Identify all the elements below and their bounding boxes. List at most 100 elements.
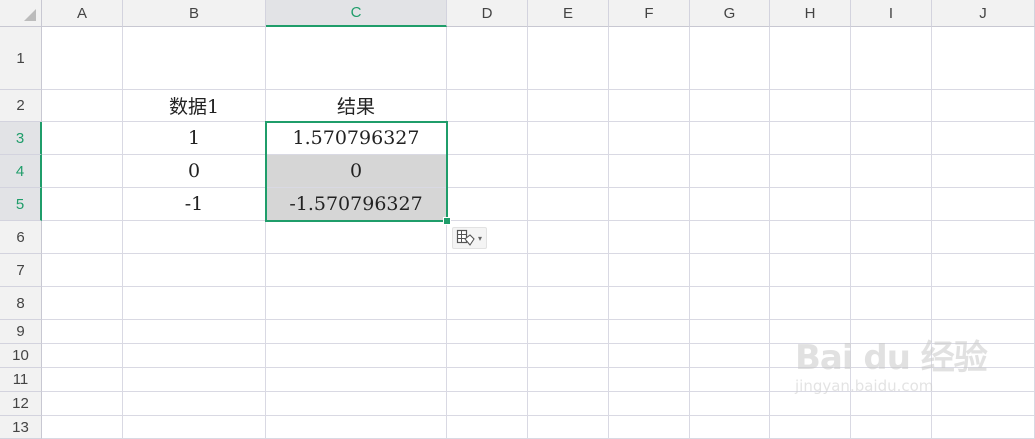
cell-j13[interactable] xyxy=(932,416,1035,439)
cell-e7[interactable] xyxy=(528,254,609,287)
cell-c6[interactable] xyxy=(266,221,447,254)
cell-j9[interactable] xyxy=(932,320,1035,344)
cell-i13[interactable] xyxy=(851,416,932,439)
cell-g13[interactable] xyxy=(690,416,770,439)
cell-j3[interactable] xyxy=(932,122,1035,155)
cell-j4[interactable] xyxy=(932,155,1035,188)
cell-e2[interactable] xyxy=(528,90,609,122)
cell-g8[interactable] xyxy=(690,287,770,320)
cell-h1[interactable] xyxy=(770,27,851,90)
cell-d1[interactable] xyxy=(447,27,528,90)
cell-c9[interactable] xyxy=(266,320,447,344)
cell-c8[interactable] xyxy=(266,287,447,320)
cell-i11[interactable] xyxy=(851,368,932,392)
cell-d8[interactable] xyxy=(447,287,528,320)
cell-d3[interactable] xyxy=(447,122,528,155)
cell-e5[interactable] xyxy=(528,188,609,221)
cell-d5[interactable] xyxy=(447,188,528,221)
row-header-8[interactable]: 8 xyxy=(0,287,42,320)
cell-e1[interactable] xyxy=(528,27,609,90)
cell-f9[interactable] xyxy=(609,320,690,344)
cell-d4[interactable] xyxy=(447,155,528,188)
cell-g4[interactable] xyxy=(690,155,770,188)
cell-e10[interactable] xyxy=(528,344,609,368)
cell-b7[interactable] xyxy=(123,254,266,287)
row-header-3[interactable]: 3 xyxy=(0,122,42,155)
column-header-j[interactable]: J xyxy=(932,0,1035,27)
cell-e9[interactable] xyxy=(528,320,609,344)
row-header-5[interactable]: 5 xyxy=(0,188,42,221)
spreadsheet-grid[interactable]: A B C D E F G H I J 1 2 3 4 5 6 7 8 9 10 11 12 13 数据1 结果 1 1.57079… xyxy=(0,0,1035,439)
cell-a9[interactable] xyxy=(42,320,123,344)
cell-e8[interactable] xyxy=(528,287,609,320)
cell-j10[interactable] xyxy=(932,344,1035,368)
column-header-i[interactable]: I xyxy=(851,0,932,27)
cell-b11[interactable] xyxy=(123,368,266,392)
column-header-g[interactable]: G xyxy=(690,0,770,27)
cell-g3[interactable] xyxy=(690,122,770,155)
cell-d11[interactable] xyxy=(447,368,528,392)
cell-e4[interactable] xyxy=(528,155,609,188)
cell-c7[interactable] xyxy=(266,254,447,287)
cell-a11[interactable] xyxy=(42,368,123,392)
cell-f7[interactable] xyxy=(609,254,690,287)
cell-d10[interactable] xyxy=(447,344,528,368)
cell-f8[interactable] xyxy=(609,287,690,320)
cell-a3[interactable] xyxy=(42,122,123,155)
cell-j11[interactable] xyxy=(932,368,1035,392)
cell-h7[interactable] xyxy=(770,254,851,287)
cell-g10[interactable] xyxy=(690,344,770,368)
cell-b9[interactable] xyxy=(123,320,266,344)
row-header-12[interactable]: 12 xyxy=(0,392,42,416)
cell-g12[interactable] xyxy=(690,392,770,416)
cell-f4[interactable] xyxy=(609,155,690,188)
row-header-2[interactable]: 2 xyxy=(0,90,42,122)
cell-g5[interactable] xyxy=(690,188,770,221)
column-header-f[interactable]: F xyxy=(609,0,690,27)
cell-c2[interactable]: 结果 xyxy=(266,90,447,122)
cell-f12[interactable] xyxy=(609,392,690,416)
cell-d9[interactable] xyxy=(447,320,528,344)
cell-i3[interactable] xyxy=(851,122,932,155)
cell-a12[interactable] xyxy=(42,392,123,416)
cell-h5[interactable] xyxy=(770,188,851,221)
row-header-1[interactable]: 1 xyxy=(0,27,42,90)
cell-i1[interactable] xyxy=(851,27,932,90)
cell-e13[interactable] xyxy=(528,416,609,439)
cell-h13[interactable] xyxy=(770,416,851,439)
cell-g11[interactable] xyxy=(690,368,770,392)
cell-h8[interactable] xyxy=(770,287,851,320)
cell-i12[interactable] xyxy=(851,392,932,416)
cell-i2[interactable] xyxy=(851,90,932,122)
cell-f1[interactable] xyxy=(609,27,690,90)
row-header-10[interactable]: 10 xyxy=(0,344,42,368)
row-header-7[interactable]: 7 xyxy=(0,254,42,287)
cell-h3[interactable] xyxy=(770,122,851,155)
column-header-a[interactable]: A xyxy=(42,0,123,27)
column-header-c[interactable]: C xyxy=(266,0,447,27)
paste-options-button[interactable]: ▾ xyxy=(452,227,487,249)
cell-j5[interactable] xyxy=(932,188,1035,221)
cell-a2[interactable] xyxy=(42,90,123,122)
column-header-b[interactable]: B xyxy=(123,0,266,27)
cell-c5[interactable]: -1.570796327 xyxy=(266,188,447,221)
cell-f2[interactable] xyxy=(609,90,690,122)
cell-a5[interactable] xyxy=(42,188,123,221)
cell-b13[interactable] xyxy=(123,416,266,439)
column-header-h[interactable]: H xyxy=(770,0,851,27)
cell-a1[interactable] xyxy=(42,27,123,90)
cell-d13[interactable] xyxy=(447,416,528,439)
cell-j1[interactable] xyxy=(932,27,1035,90)
cell-j6[interactable] xyxy=(932,221,1035,254)
cell-f5[interactable] xyxy=(609,188,690,221)
fill-handle[interactable] xyxy=(443,217,451,225)
cell-b4[interactable]: 0 xyxy=(123,155,266,188)
cell-h11[interactable] xyxy=(770,368,851,392)
cell-j8[interactable] xyxy=(932,287,1035,320)
cell-e3[interactable] xyxy=(528,122,609,155)
cell-b6[interactable] xyxy=(123,221,266,254)
cell-a8[interactable] xyxy=(42,287,123,320)
cell-f11[interactable] xyxy=(609,368,690,392)
cell-c10[interactable] xyxy=(266,344,447,368)
column-header-e[interactable]: E xyxy=(528,0,609,27)
